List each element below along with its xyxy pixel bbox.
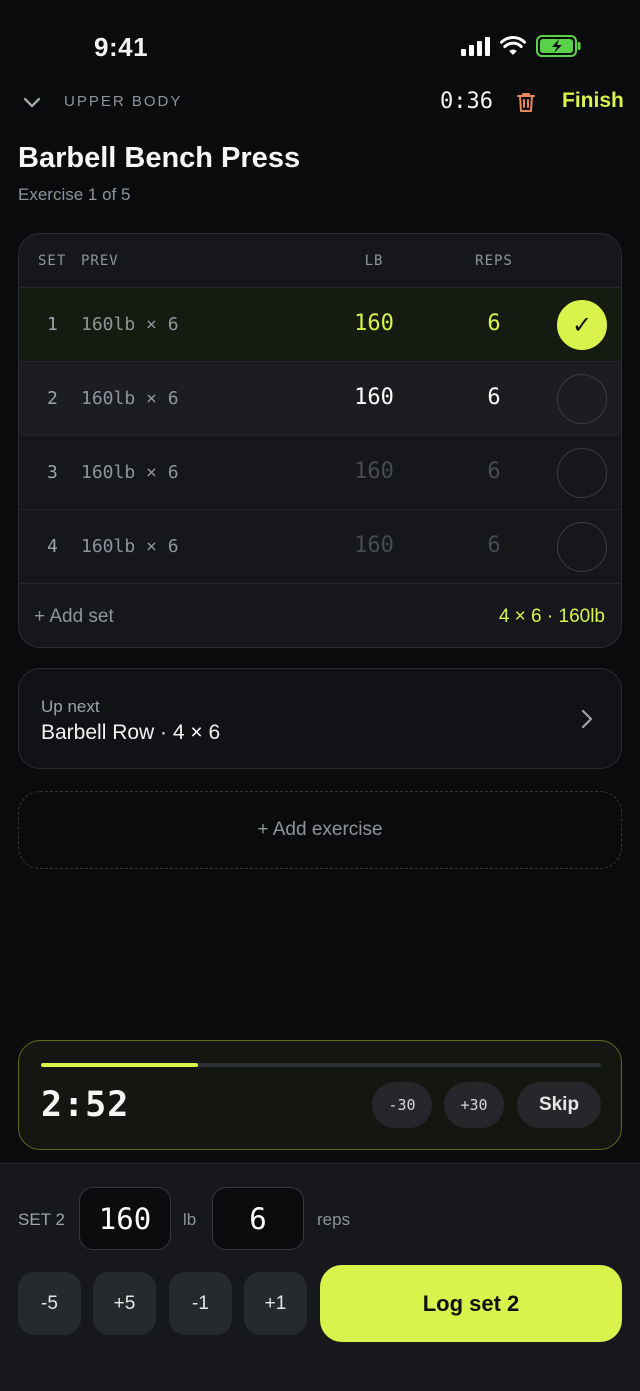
reps-minus-1-button[interactable]: -1 (169, 1272, 232, 1335)
set-reps[interactable]: 6 (439, 385, 549, 410)
status-bar: 9:41 (0, 0, 640, 90)
skip-rest-button[interactable]: Skip (517, 1082, 601, 1128)
battery-icon (536, 35, 581, 57)
finish-button[interactable]: Finish (562, 89, 624, 113)
up-next-card[interactable]: Up next Barbell Row · 4 × 6 (18, 668, 622, 769)
set-row-3[interactable]: 3 160lb × 6 160 6 (19, 435, 621, 509)
set-prev: 160lb × 6 (81, 536, 179, 557)
col-lb: LB (364, 253, 384, 269)
workout-name: UPPER BODY (64, 93, 183, 110)
sets-table: SET PREV LB REPS 1 160lb × 6 160 6 ✓ 2 1… (18, 233, 622, 648)
chevron-down-icon[interactable] (22, 92, 42, 112)
sets-summary: 4 × 6 · 160lb (498, 606, 605, 627)
rest-timer: 2:52 -30 +30 Skip (18, 1040, 622, 1150)
set-number: 1 (47, 314, 58, 335)
set-complete-checkbox[interactable] (557, 374, 607, 424)
set-complete-checkbox[interactable]: ✓ (557, 300, 607, 350)
set-complete-checkbox[interactable] (557, 448, 607, 498)
status-icons (461, 35, 582, 57)
set-reps[interactable]: 6 (439, 459, 549, 484)
col-reps: REPS (475, 253, 513, 269)
log-set-button[interactable]: Log set 2 (320, 1265, 622, 1342)
set-reps[interactable]: 6 (439, 533, 549, 558)
add-set-row: + Add set 4 × 6 · 160lb (19, 583, 621, 647)
reps-unit: reps (317, 1210, 351, 1229)
set-weight[interactable]: 160 (319, 385, 429, 410)
current-set-label: SET 2 (18, 1210, 65, 1229)
wifi-icon (500, 36, 526, 55)
set-complete-checkbox[interactable] (557, 522, 607, 572)
set-weight[interactable]: 160 (319, 311, 429, 336)
set-row-1[interactable]: 1 160lb × 6 160 6 ✓ (19, 287, 621, 361)
exercise-subtitle: Exercise 1 of 5 (18, 185, 131, 204)
reps-input[interactable]: 6 (212, 1187, 304, 1250)
set-number: 4 (47, 536, 58, 557)
elapsed-timer: 0:36 (440, 89, 493, 114)
chevron-right-icon (581, 709, 593, 729)
set-logger: SET 2 160 lb 6 reps -5 +5 -1 +1 Log set … (0, 1163, 640, 1391)
workout-header: UPPER BODY 0:36 Finish (0, 80, 640, 124)
weight-unit: lb (183, 1210, 197, 1229)
exercise-title: Barbell Bench Press (18, 142, 301, 174)
up-next-label: Up next (41, 697, 100, 716)
weight-minus-5-button[interactable]: -5 (18, 1272, 81, 1335)
set-prev: 160lb × 6 (81, 462, 179, 483)
status-time: 9:41 (94, 32, 149, 62)
set-number: 3 (47, 462, 58, 483)
set-row-4[interactable]: 4 160lb × 6 160 6 (19, 509, 621, 583)
signal-icon (461, 36, 490, 56)
add-exercise-button[interactable]: + Add exercise (18, 791, 622, 869)
set-number: 2 (47, 388, 58, 409)
weight-plus-5-button[interactable]: +5 (93, 1272, 156, 1335)
table-header: SET PREV LB REPS (19, 234, 621, 287)
reps-plus-1-button[interactable]: +1 (244, 1272, 307, 1335)
rest-time: 2:52 (41, 1085, 130, 1125)
rest-progress-bar (41, 1063, 601, 1067)
set-reps[interactable]: 6 (439, 311, 549, 336)
plus-30-button[interactable]: +30 (444, 1082, 504, 1128)
set-row-2[interactable]: 2 160lb × 6 160 6 (19, 361, 621, 435)
weight-input[interactable]: 160 (79, 1187, 171, 1250)
minus-30-button[interactable]: -30 (372, 1082, 432, 1128)
rest-progress-fill (41, 1063, 198, 1067)
up-next-exercise: Barbell Row · 4 × 6 (41, 721, 221, 744)
add-set-button[interactable]: + Add set (34, 606, 114, 628)
col-prev: PREV (81, 253, 119, 269)
trash-icon[interactable] (514, 90, 538, 114)
set-prev: 160lb × 6 (81, 314, 179, 335)
set-prev: 160lb × 6 (81, 388, 179, 409)
set-weight[interactable]: 160 (319, 533, 429, 558)
set-weight[interactable]: 160 (319, 459, 429, 484)
col-set: SET (38, 253, 67, 269)
